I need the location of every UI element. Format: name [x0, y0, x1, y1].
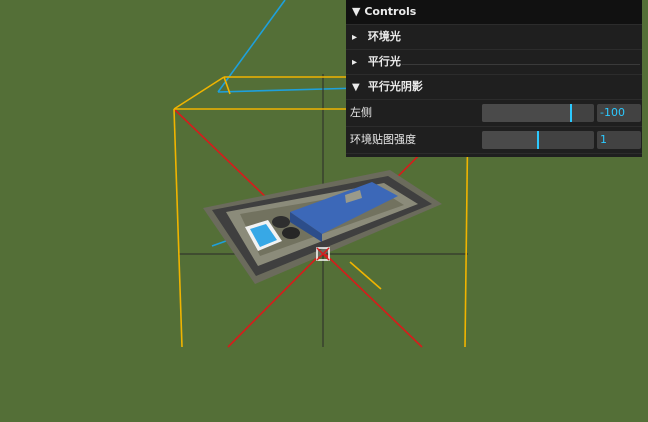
chevron-right-icon: ▸ — [352, 57, 358, 68]
control-label: 环境贴图强度 — [350, 133, 416, 146]
folder-label: 平行光阴影 — [367, 80, 423, 93]
chevron-down-icon: ▼ — [352, 82, 360, 93]
control-label: 左侧 — [350, 106, 372, 119]
folder-directional-light[interactable]: ▸ 平行光 — [346, 50, 642, 75]
controls-header[interactable]: ▼ Controls — [346, 0, 642, 25]
folder-directional-light-shadow[interactable]: ▼ 平行光阴影 — [346, 75, 642, 100]
folder-label: 平行光 — [367, 55, 401, 68]
folder-label: 环境光 — [367, 30, 401, 43]
slider-knob[interactable] — [537, 131, 539, 149]
chevron-down-icon: ▼ — [352, 5, 361, 18]
slider-fill — [482, 104, 571, 122]
folder-ambient-light[interactable]: ▸ 环境光 — [346, 25, 642, 50]
env-map-intensity-slider[interactable] — [482, 131, 594, 149]
controls-panel: ▼ Controls ▸ 环境光 ▸ 平行光 ▼ 平行光阴影 左侧 -100 环… — [346, 0, 642, 157]
controls-title: Controls — [364, 5, 417, 18]
chevron-right-icon: ▸ — [352, 32, 358, 43]
control-row-left: 左侧 -100 — [346, 100, 642, 127]
env-map-intensity-value-input[interactable]: 1 — [597, 131, 641, 149]
divider — [402, 64, 640, 66]
left-slider[interactable] — [482, 104, 594, 122]
slider-fill — [482, 131, 538, 149]
control-row-env-map-intensity: 环境贴图强度 1 — [346, 127, 642, 154]
left-value-input[interactable]: -100 — [597, 104, 641, 122]
slider-knob[interactable] — [570, 104, 572, 122]
